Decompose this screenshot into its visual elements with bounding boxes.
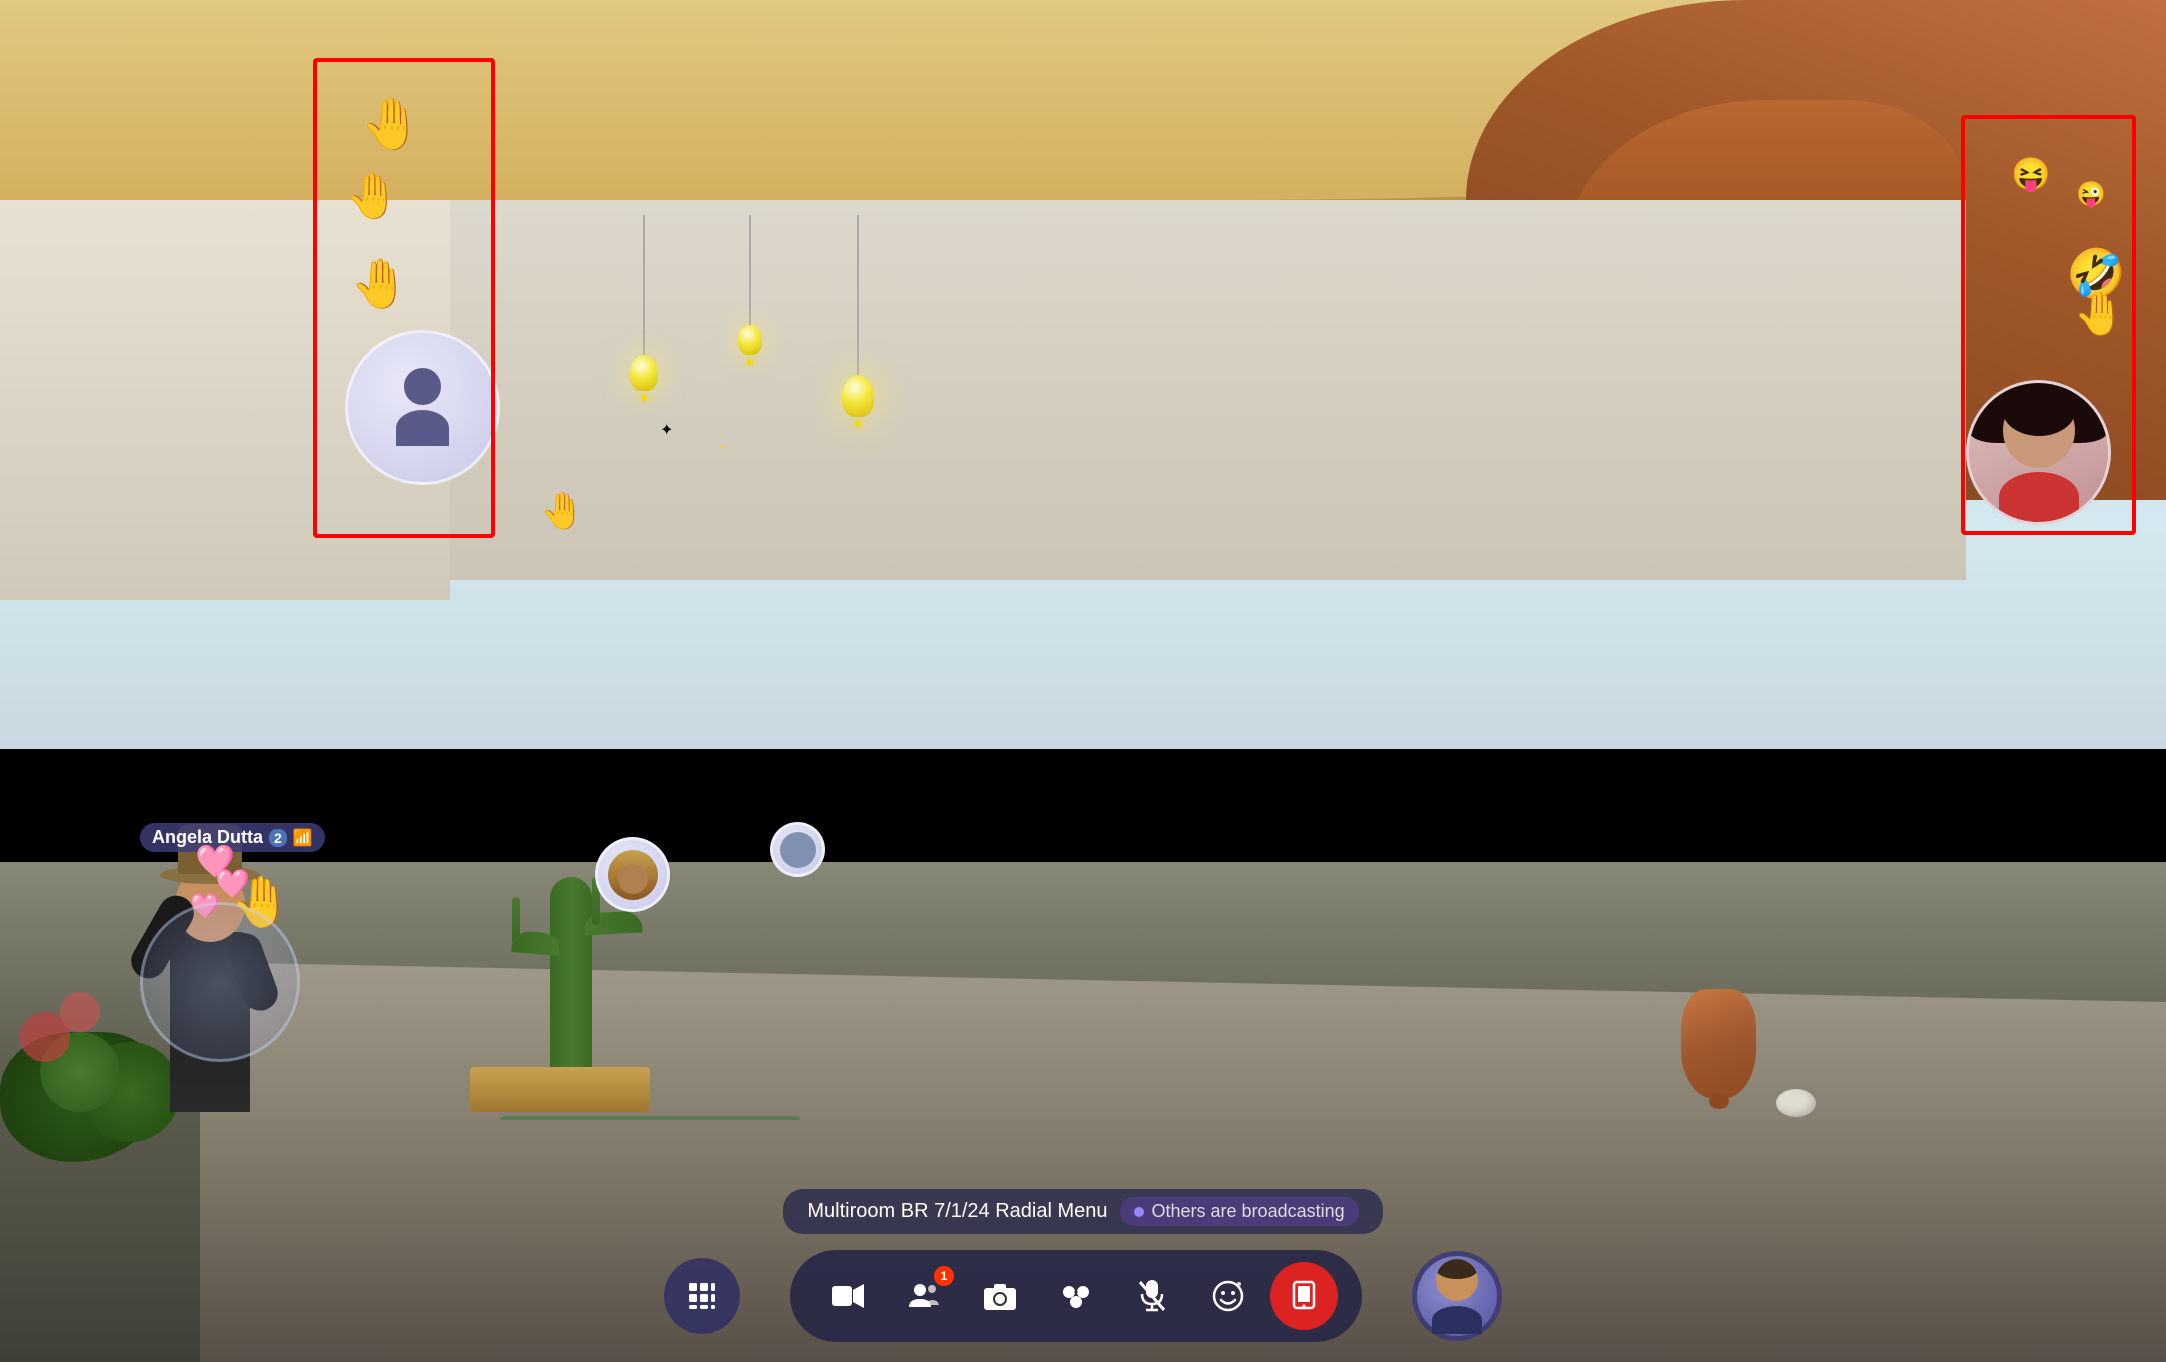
portal-circle-left (140, 902, 300, 1062)
name-tag-level: 2 (269, 829, 287, 847)
mute-button[interactable] (1118, 1262, 1186, 1330)
name-tag-signal-icon: 📶 (293, 828, 313, 848)
white-pot (1776, 1089, 1816, 1117)
people-icon (909, 1281, 939, 1311)
effects-icon (1060, 1282, 1092, 1310)
toolbar-main-row: 1 (664, 1250, 1502, 1342)
small-avatar-center (595, 837, 670, 912)
multiroom-label: Multiroom BR 7/1/24 Radial Menu (807, 1200, 1107, 1223)
broadcasting-avatar-circle (1966, 380, 2111, 525)
placeholder-avatar-circle (345, 330, 500, 485)
light-dot-2: • (720, 440, 724, 454)
wave-emoji-2: 🤚 (345, 170, 400, 222)
wave-emoji-small: 🤚 (540, 490, 585, 532)
floor-marking (499, 1116, 802, 1120)
emoji-icon (1212, 1280, 1244, 1312)
vr-scene: ✦ • (0, 0, 2166, 1362)
camera-icon (984, 1282, 1016, 1310)
bench (470, 1067, 650, 1112)
broadcast-button[interactable] (1270, 1262, 1338, 1330)
people-notification-badge: 1 (934, 1266, 954, 1286)
video-button[interactable] (814, 1262, 882, 1330)
people-button[interactable]: 1 (890, 1262, 958, 1330)
toolbar-container: Multiroom BR 7/1/24 Radial Menu Others a… (0, 1212, 2166, 1362)
vase (1681, 989, 1756, 1114)
toolbar-status-bar[interactable]: Multiroom BR 7/1/24 Radial Menu Others a… (783, 1189, 1382, 1234)
avatar-btn-inner (1417, 1256, 1497, 1336)
grid-icon (686, 1280, 718, 1312)
cactus (550, 877, 592, 1097)
broadcast-dot-icon (1134, 1207, 1144, 1217)
broadcast-icon (1290, 1280, 1318, 1312)
camera-button[interactable] (966, 1262, 1034, 1330)
right-emoji-small-1: 😝 (2011, 155, 2051, 193)
emoji-reaction-button[interactable] (1194, 1262, 1262, 1330)
hanging-lights (630, 215, 874, 427)
light-dot-1: ✦ (660, 420, 673, 440)
effects-button[interactable] (1042, 1262, 1110, 1330)
wave-emoji-3: 🤚 (350, 255, 410, 312)
grid-menu-button[interactable] (664, 1258, 740, 1334)
mute-icon (1138, 1280, 1166, 1312)
broadcasting-text: Others are broadcasting (1152, 1201, 1345, 1222)
tiny-avatar-far (770, 822, 825, 877)
wave-emoji-1: 🤚 (360, 95, 422, 154)
broadcasting-status: Others are broadcasting (1120, 1197, 1359, 1226)
right-emoji-small-2: 😜 (2076, 180, 2106, 209)
right-wave-emoji: 🤚 (2074, 290, 2126, 339)
toolbar-pills: 1 (790, 1250, 1362, 1342)
video-icon (832, 1282, 864, 1310)
my-avatar-button[interactable] (1412, 1251, 1502, 1341)
